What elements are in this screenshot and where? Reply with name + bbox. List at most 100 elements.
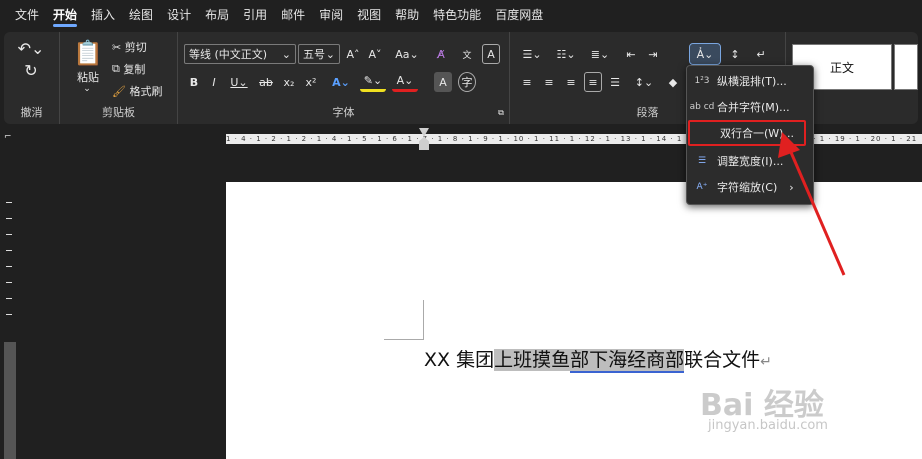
enclose-char-icon[interactable]: 字 (458, 72, 476, 92)
vertical-ruler-strip (4, 342, 16, 459)
clear-format-icon[interactable]: A̸ (432, 44, 450, 64)
bullets-icon[interactable]: ☰⌄ (518, 44, 546, 64)
distributed-icon[interactable]: ☰ (606, 72, 624, 92)
paragraph-mark-icon: ↵ (760, 354, 772, 370)
tab-special[interactable]: 特色功能 (426, 0, 488, 30)
document-text[interactable]: XX 集团上班摸鱼部下海经商部联合文件↵ (424, 345, 772, 373)
text-segment: 联合文件 (684, 349, 761, 371)
font-dialog-launcher-icon[interactable]: ⧉ (496, 108, 506, 118)
chevron-down-icon: ⌄ (325, 47, 335, 61)
superscript-icon[interactable]: x² (302, 72, 320, 92)
highlight-color-icon[interactable]: ✎⌄ (360, 72, 386, 92)
undo-icon[interactable]: ↶⌄ (16, 38, 46, 58)
paste-button[interactable]: 粘贴 (68, 70, 108, 84)
sort-icon[interactable]: ↕ (726, 44, 744, 64)
clipboard-group-label: 剪贴板 (102, 106, 135, 119)
font-color-icon[interactable]: A⌄ (392, 72, 418, 92)
copy-button[interactable]: ⧉ 复制 (112, 60, 172, 78)
align-right-icon[interactable]: ≡ (562, 72, 580, 92)
numbering-icon[interactable]: ☷⌄ (552, 44, 580, 64)
char-shading-icon[interactable]: A (434, 72, 452, 92)
cut-button[interactable]: ✂ 剪切 (112, 38, 172, 56)
menu-item-label: 双行合一(W)... (720, 127, 794, 140)
cut-label: 剪切 (124, 41, 147, 54)
fit-width-icon: ☰ (697, 156, 707, 166)
menu-item-combine-chars[interactable]: ab cd 合并字符(M)... (687, 94, 815, 120)
menu-item-char-scale[interactable]: A⁺ 字符缩放(C) › (687, 174, 815, 200)
chinese-layout-menu: 1²3 纵横混排(T)... ab cd 合并字符(M)... 双行合一(W)...… (686, 65, 814, 205)
char-border-icon[interactable]: A (482, 44, 500, 64)
menu-item-fit-text[interactable]: ☰ 调整宽度(I)... (687, 148, 815, 174)
menu-item-label: 合并字符(M)... (717, 101, 790, 114)
menu-item-label: 字符缩放(C) (717, 181, 778, 194)
font-name-select[interactable]: 等线 (中文正文) ⌄ (184, 44, 296, 64)
change-case-icon[interactable]: Aa⌄ (392, 44, 422, 64)
tab-draw[interactable]: 绘图 (122, 0, 160, 30)
ribbon-tabs: 文件 开始 插入 绘图 设计 布局 引用 邮件 审阅 视图 帮助 特色功能 百度… (0, 0, 922, 30)
subscript-icon[interactable]: x₂ (280, 72, 298, 92)
tab-view[interactable]: 视图 (350, 0, 388, 30)
tab-help[interactable]: 帮助 (388, 0, 426, 30)
menu-item-label: 纵横混排(T)... (717, 75, 787, 88)
font-size-value: 五号 (303, 48, 325, 61)
tab-file[interactable]: 文件 (8, 0, 46, 30)
undo-group-label: 撤消 (20, 106, 43, 119)
show-marks-icon[interactable]: ↵ (752, 44, 770, 64)
selected-text-underlined: 部下海经商部 (570, 349, 685, 373)
shading-icon[interactable]: ◆ (664, 72, 682, 92)
undo-group: ↶⌄ ↻ 撤消 (4, 32, 60, 124)
menu-item-label: 调整宽度(I)... (717, 155, 784, 168)
brush-icon: 🖌 (112, 84, 126, 98)
tab-selector-icon[interactable]: ⌐ (4, 132, 12, 142)
paste-dropdown-icon[interactable]: ⌄ (80, 84, 94, 94)
line-spacing-icon[interactable]: ↕⌄ (630, 72, 658, 92)
redo-icon[interactable]: ↻ (16, 60, 46, 80)
combine-chars-icon: ab cd (689, 102, 715, 112)
font-group-label: 字体 (332, 106, 355, 119)
font-name-value: 等线 (中文正文) (189, 48, 268, 61)
tab-home[interactable]: 开始 (46, 0, 84, 30)
selected-text: 上班摸鱼 (494, 349, 571, 371)
tab-design[interactable]: 设计 (160, 0, 198, 30)
tab-insert[interactable]: 插入 (84, 0, 122, 30)
style-next[interactable] (894, 44, 918, 90)
font-group: 等线 (中文正文) ⌄ 五号 ⌄ A˄ A˅ Aa⌄ A̸ 文 A B I U⌄ a… (178, 32, 510, 124)
text-effects-icon[interactable]: A⌄ (328, 72, 354, 92)
watermark-url: jingyan.baidu.com (708, 418, 828, 433)
margin-corner-mark (384, 300, 424, 340)
tab-mailings[interactable]: 邮件 (274, 0, 312, 30)
vertical-text-icon: 1²3 (694, 76, 710, 86)
format-painter-button[interactable]: 🖌 格式刷 (112, 82, 174, 100)
text-segment: XX 集团 (424, 349, 495, 371)
scissors-icon: ✂ (112, 40, 122, 54)
align-center-icon[interactable]: ≡ (540, 72, 558, 92)
multilevel-list-icon[interactable]: ≣⌄ (586, 44, 614, 64)
shrink-font-icon[interactable]: A˅ (366, 44, 384, 64)
tab-baidu-netdisk[interactable]: 百度网盘 (488, 0, 550, 30)
strikethrough-icon[interactable]: ab (256, 72, 276, 92)
format-painter-label: 格式刷 (129, 85, 163, 98)
tab-references[interactable]: 引用 (236, 0, 274, 30)
vertical-ruler (0, 152, 20, 459)
increase-indent-icon[interactable]: ⇥ (644, 44, 662, 64)
chevron-right-icon: › (789, 180, 794, 194)
grow-font-icon[interactable]: A˄ (344, 44, 362, 64)
copy-icon: ⧉ (112, 62, 120, 75)
italic-icon[interactable]: I (206, 72, 222, 92)
decrease-indent-icon[interactable]: ⇤ (622, 44, 640, 64)
chevron-down-icon: ⌄ (281, 47, 291, 61)
clipboard-group: 📋 粘贴 ⌄ ✂ 剪切 ⧉ 复制 🖌 格式刷 剪贴板 (60, 32, 178, 124)
paste-icon[interactable]: 📋 (68, 38, 108, 68)
justify-icon[interactable]: ≡ (584, 72, 602, 92)
font-size-select[interactable]: 五号 ⌄ (298, 44, 340, 64)
tab-layout[interactable]: 布局 (198, 0, 236, 30)
underline-icon[interactable]: U⌄ (226, 72, 252, 92)
phonetic-guide-icon[interactable]: 文 (458, 44, 476, 64)
menu-item-vertical-horizontal[interactable]: 1²3 纵横混排(T)... (687, 68, 815, 94)
bold-icon[interactable]: B (186, 72, 202, 92)
copy-label: 复制 (123, 63, 146, 76)
chinese-layout-icon[interactable]: A̾⌄ (689, 43, 721, 65)
tab-review[interactable]: 审阅 (312, 0, 350, 30)
menu-item-two-lines-in-one[interactable]: 双行合一(W)... (688, 120, 806, 146)
align-left-icon[interactable]: ≡ (518, 72, 536, 92)
